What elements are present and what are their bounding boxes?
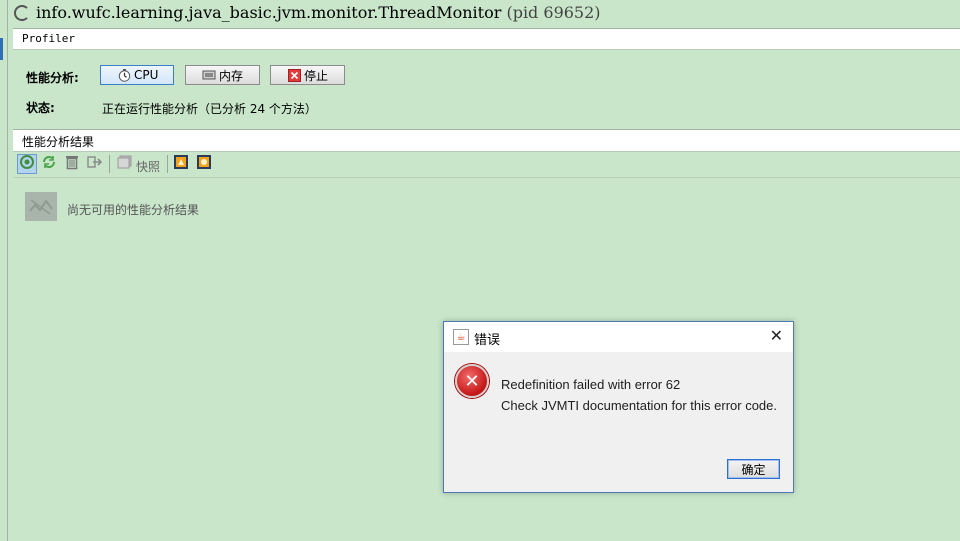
title-bar: info.wufc.learning.java_basic.jvm.monito… — [8, 0, 960, 28]
trash-icon — [65, 154, 79, 174]
error-dialog-title-bar: ☕ 错误 ✕ — [444, 322, 793, 352]
results-toolbar: 快照 — [14, 152, 960, 178]
toolbar-separator — [167, 155, 168, 173]
app-title-name: info.wufc.learning.java_basic.jvm.monito… — [36, 3, 502, 22]
profiling-label: 性能分析: — [26, 71, 79, 85]
stop-icon — [287, 68, 301, 82]
stop-button-label: 停止 — [304, 68, 329, 83]
ok-button[interactable]: 确定 — [727, 459, 780, 479]
error-message-line2: Check JVMTI documentation for this error… — [501, 398, 778, 413]
results-header: 性能分析结果 — [13, 129, 960, 152]
error-dialog: ☕ 错误 ✕ ✕ Redefinition failed with error … — [443, 321, 794, 493]
results-header-title: 性能分析结果 — [22, 135, 95, 149]
error-message-line1: Redefinition failed with error 62 — [501, 377, 681, 392]
toolbar-separator — [109, 155, 110, 173]
no-results-placeholder-icon — [25, 192, 57, 221]
left-edge-marker — [0, 38, 3, 60]
refresh-results-button[interactable] — [17, 154, 37, 174]
status-label: 状态: — [26, 101, 55, 115]
stop-button[interactable]: 停止 — [270, 65, 345, 85]
profiler-tab-bar: Profiler — [13, 28, 960, 50]
java-icon: ☕ — [453, 329, 469, 345]
error-icon: ✕ — [455, 364, 489, 398]
tab-profiler[interactable]: Profiler — [22, 32, 75, 45]
no-results-message: 尚无可用的性能分析结果 — [67, 203, 200, 217]
cpu-button-label: CPU — [134, 68, 159, 82]
memory-button[interactable]: 内存 — [185, 65, 260, 85]
snapshot-button[interactable] — [114, 154, 134, 174]
app-title-pid: (pid 69652) — [506, 3, 601, 22]
left-edge-strip — [0, 0, 8, 541]
delete-results-button[interactable] — [62, 154, 82, 174]
save-snapshot-button[interactable] — [171, 154, 191, 174]
export-image-icon — [196, 154, 212, 174]
close-icon[interactable]: ✕ — [770, 326, 783, 345]
error-dialog-title: 错误 — [474, 333, 501, 348]
cpu-button[interactable]: CPU — [100, 65, 174, 85]
memory-button-label: 内存 — [219, 68, 244, 83]
running-spinner-icon — [14, 5, 30, 21]
snapshot-icon — [117, 155, 132, 173]
export-arrow-icon — [87, 155, 103, 173]
export-snapshot-button[interactable] — [194, 154, 214, 174]
clock-icon — [117, 68, 131, 82]
auto-refresh-button[interactable] — [39, 154, 59, 174]
app-title: info.wufc.learning.java_basic.jvm.monito… — [36, 3, 601, 22]
refresh-results-icon — [19, 154, 35, 174]
auto-refresh-icon — [41, 154, 57, 174]
profiling-controls: 性能分析: CPU 内存 停止 状态: 正在运行性能分析（已分析 24 个方法） — [8, 49, 960, 129]
memory-chip-icon — [202, 69, 216, 82]
status-value: 正在运行性能分析（已分析 24 个方法） — [102, 102, 317, 116]
snapshot-label[interactable]: 快照 — [136, 158, 160, 175]
save-image-icon — [173, 154, 189, 174]
export-results-button[interactable] — [85, 154, 105, 174]
